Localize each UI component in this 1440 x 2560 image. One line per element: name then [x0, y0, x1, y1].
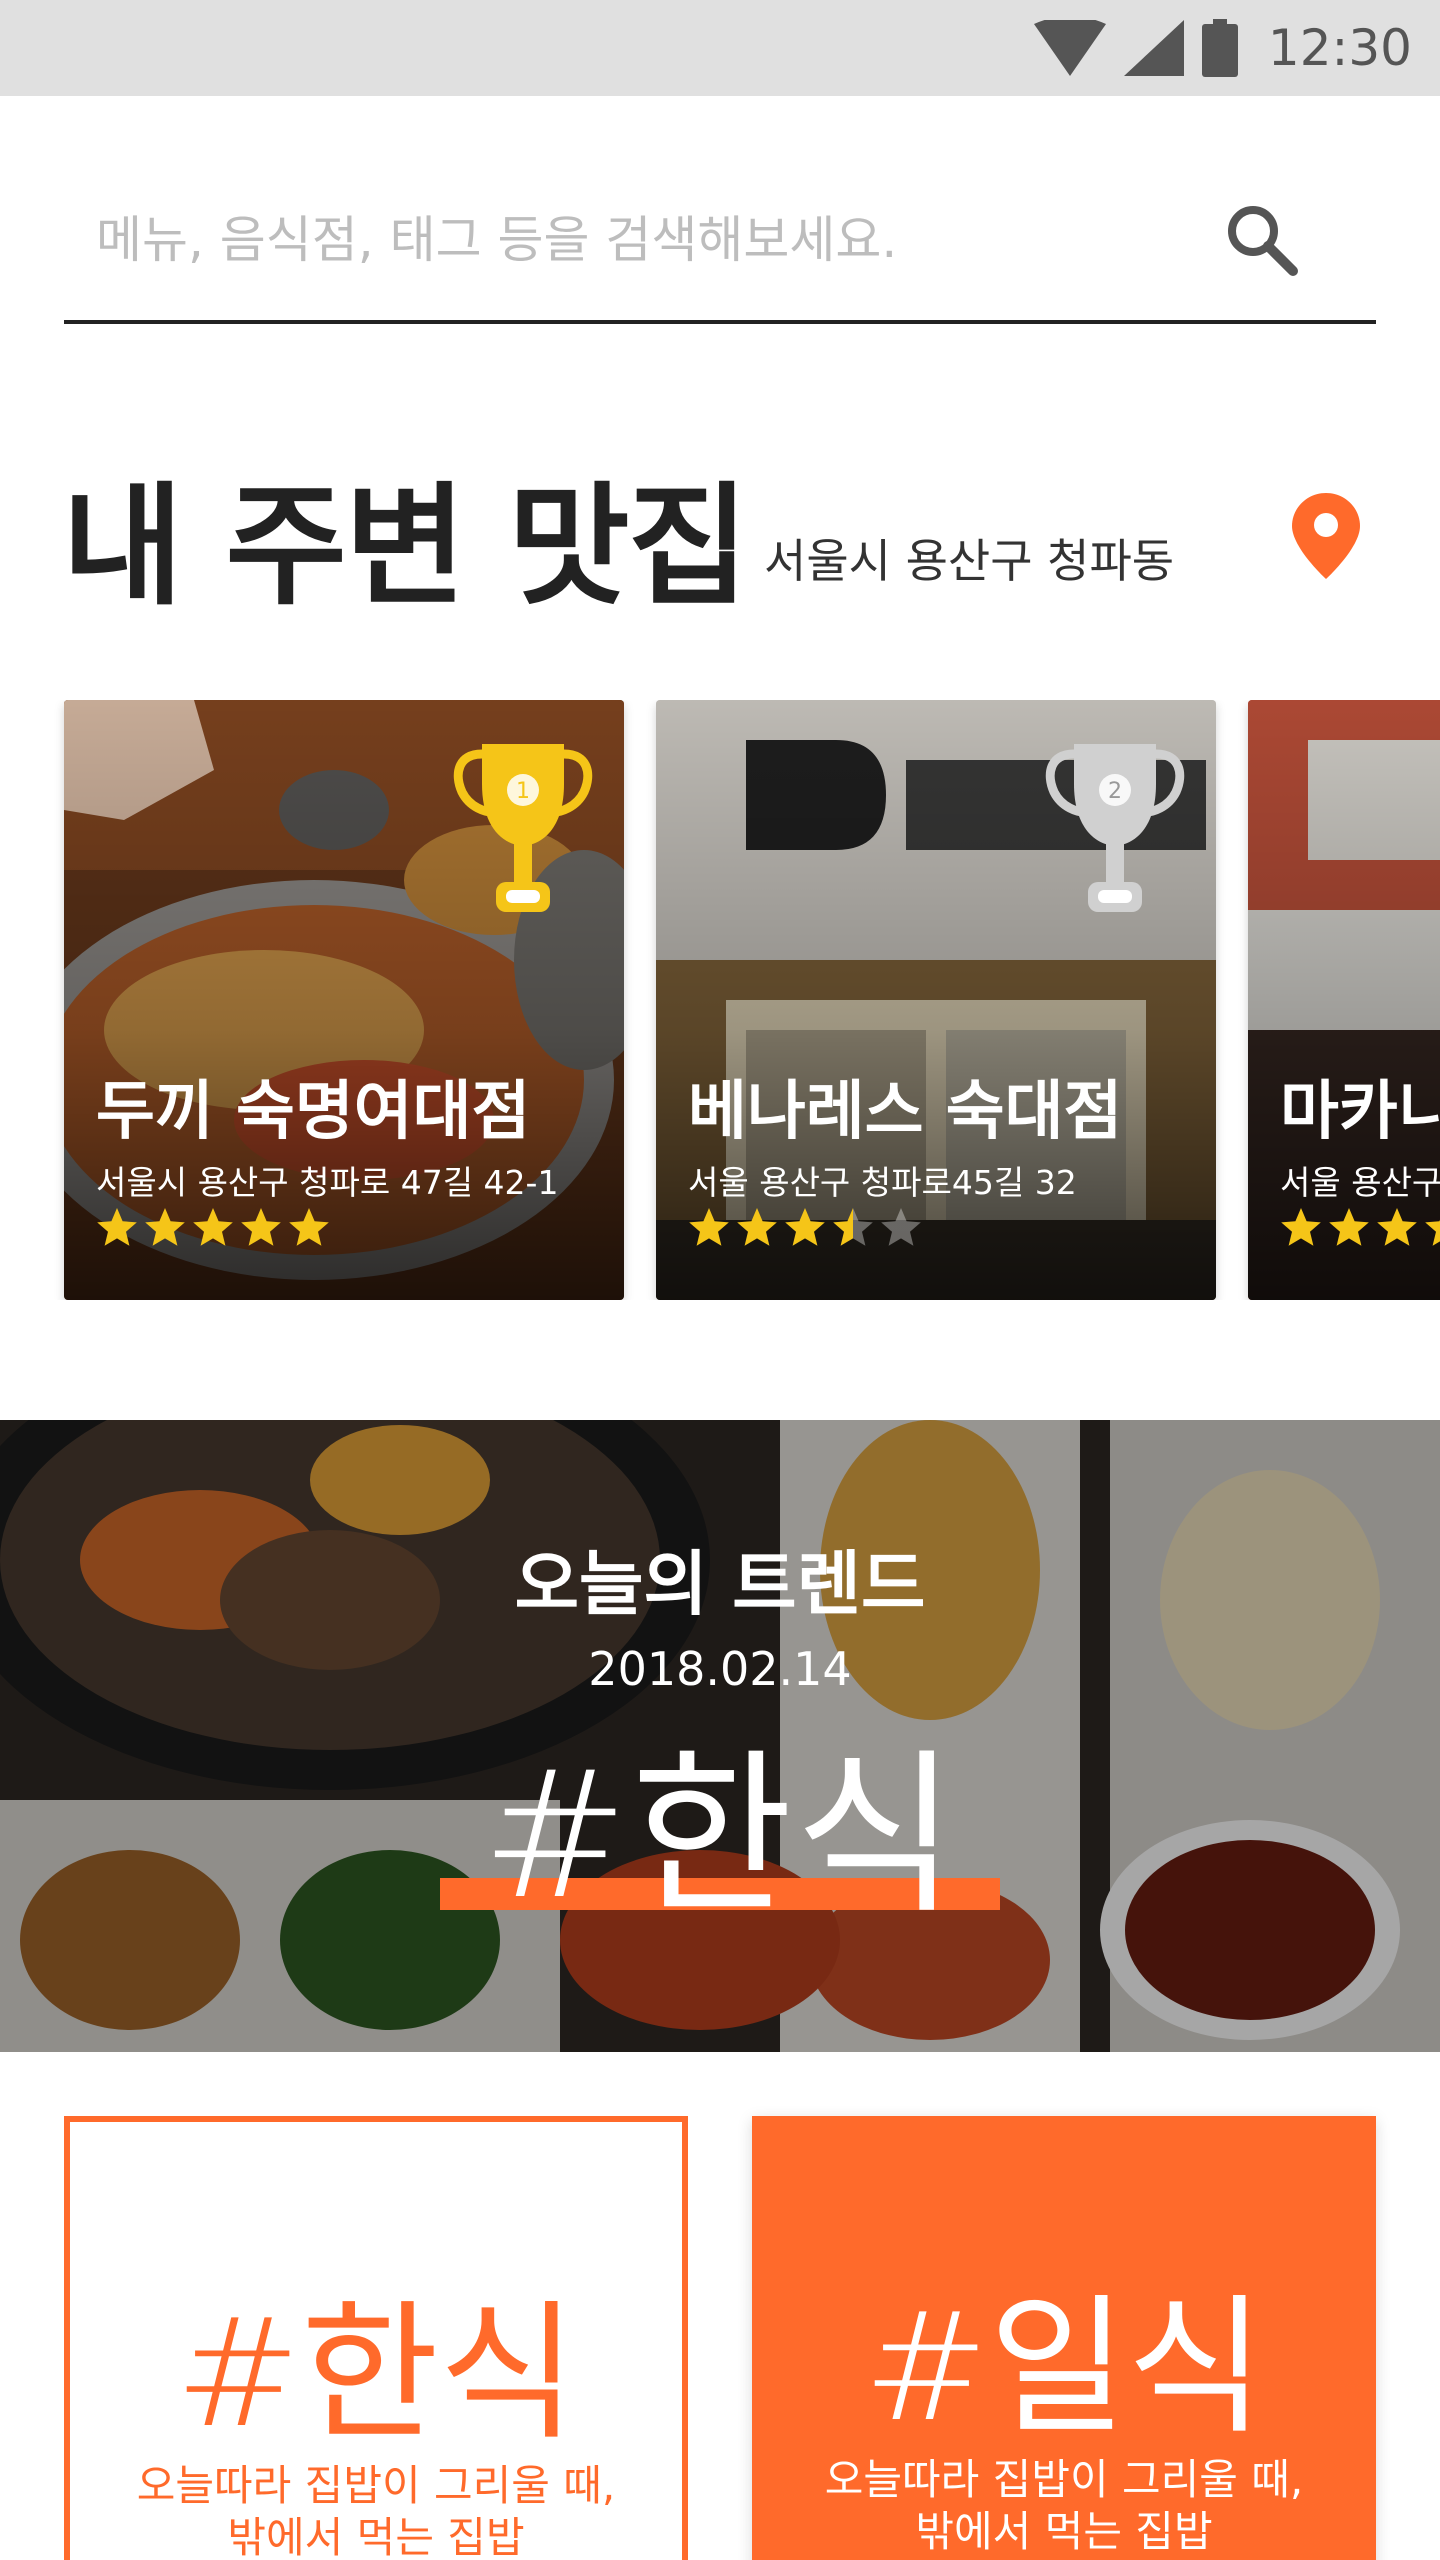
trend-label: 오늘의 트렌드 [514, 1543, 926, 1625]
star-filled-icon [689, 1208, 729, 1246]
restaurant-name: 두끼 숙명여대점 [96, 1075, 531, 1149]
current-location: 서울시 용산구 청파동 [764, 534, 1175, 588]
tile-description-line: 밖에서 먹는 집밥 [915, 2507, 1213, 2556]
star-empty-icon [881, 1208, 921, 1246]
trophy-silver-icon: 2 [1045, 744, 1185, 912]
star-filled-icon [193, 1208, 233, 1246]
tile-hashtag: #한식 [175, 2287, 577, 2461]
tile-description-line: 오늘따라 집밥이 그리울 때, [824, 2455, 1304, 2504]
search-input[interactable] [96, 200, 1196, 280]
trophy-gold-icon: 1 [453, 744, 593, 912]
star-rating [1280, 1206, 1440, 1248]
wifi-icon [1033, 20, 1106, 76]
star-half-icon [833, 1208, 873, 1246]
status-icons: 12:30 [1033, 0, 1412, 96]
tile-hashtag: #일식 [863, 2281, 1265, 2455]
signal-icon [1123, 20, 1184, 76]
battery-icon [1201, 19, 1238, 77]
restaurant-address: 서울시 용산구 청파로 47길 42-1 [96, 1163, 559, 1202]
restaurant-address: 서울 용산구 [1280, 1163, 1440, 1202]
star-filled-icon [289, 1208, 329, 1246]
trophy-rank: 1 [516, 779, 530, 804]
tag-tile-korean[interactable]: #한식 오늘따라 집밥이 그리울 때, 밖에서 먹는 집밥 [64, 2116, 688, 2560]
star-rating [688, 1206, 922, 1248]
tile-description-line: 오늘따라 집밥이 그리울 때, [136, 2461, 616, 2510]
trend-banner[interactable]: 오늘의 트렌드 2018.02.14 #한식 [0, 1420, 1440, 2052]
star-filled-icon [241, 1208, 281, 1246]
star-filled-icon [737, 1208, 777, 1246]
restaurant-carousel[interactable]: 1 두끼 숙명여대점 서울시 용산구 청파로 47길 42-1 2 베나레스 숙… [0, 700, 1440, 1300]
star-filled-icon [1377, 1208, 1417, 1246]
status-time: 12:30 [1267, 19, 1412, 77]
star-filled-icon [145, 1208, 185, 1246]
trend-hashtag: #한식 [481, 1733, 959, 1938]
search-icon [1228, 206, 1298, 276]
star-rating [96, 1206, 330, 1248]
star-filled-icon [785, 1208, 825, 1246]
restaurant-card[interactable]: 1 두끼 숙명여대점 서울시 용산구 청파로 47길 42-1 [64, 700, 624, 1300]
search-button[interactable] [1216, 194, 1306, 284]
tile-description: 오늘따라 집밥이 그리울 때, 밖에서 먹는 집밥 [752, 2454, 1376, 2558]
star-filled-icon [1329, 1208, 1369, 1246]
restaurant-name: 베나레스 숙대점 [688, 1075, 1123, 1149]
status-bar: 12:30 [0, 0, 1440, 96]
restaurant-address: 서울 용산구 청파로45길 32 [688, 1163, 1077, 1202]
trophy-rank: 2 [1108, 779, 1122, 804]
tag-tile-japanese[interactable]: #일식 오늘따라 집밥이 그리울 때, 밖에서 먹는 집밥 [752, 2116, 1376, 2560]
tile-description-line: 밖에서 먹는 집밥 [227, 2513, 525, 2560]
star-filled-icon [1281, 1208, 1321, 1246]
tile-description: 오늘따라 집밥이 그리울 때, 밖에서 먹는 집밥 [70, 2460, 682, 2560]
restaurant-card[interactable]: 2 베나레스 숙대점 서울 용산구 청파로45길 32 [656, 700, 1216, 1300]
search-bar [64, 160, 1376, 324]
trend-date: 2018.02.14 [588, 1642, 852, 1696]
page-title: 내 주변 맛집 [62, 470, 749, 624]
restaurant-card[interactable]: 마카니 서울 용산구 [1248, 700, 1440, 1300]
location-pin-icon[interactable] [1292, 493, 1360, 579]
restaurant-name: 마카니 [1280, 1075, 1440, 1149]
star-filled-icon [97, 1208, 137, 1246]
star-filled-icon [1425, 1219, 1440, 1246]
